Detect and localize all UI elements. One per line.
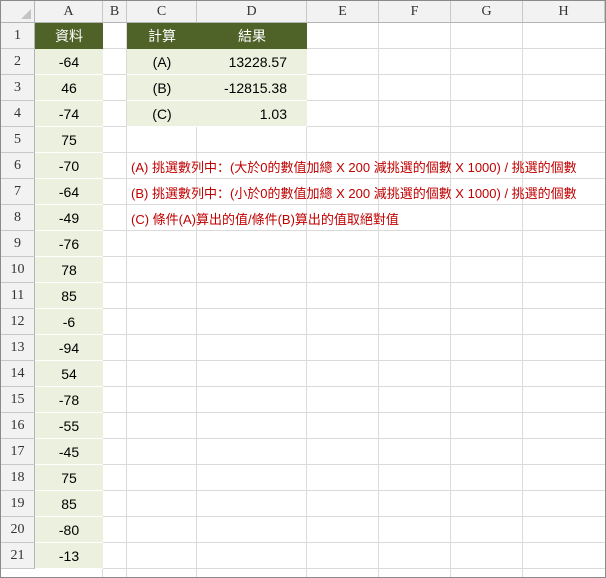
row-header-15[interactable]: 15 [1, 387, 35, 413]
column-header-a[interactable]: A [35, 1, 103, 23]
data-cell[interactable]: 78 [35, 257, 103, 283]
calc-value-b[interactable]: -12815.38 [197, 75, 307, 101]
row-header-4[interactable]: 4 [1, 101, 35, 127]
row-header-18[interactable]: 18 [1, 465, 35, 491]
row-header-3[interactable]: 3 [1, 75, 35, 101]
data-cell[interactable]: -55 [35, 413, 103, 439]
row-header-9[interactable]: 9 [1, 231, 35, 257]
column-header-d[interactable]: D [197, 1, 307, 23]
grid-row-line [35, 516, 605, 517]
data-header-cell[interactable]: 資料 [35, 23, 103, 49]
data-cell[interactable]: -80 [35, 517, 103, 543]
grid-row-line [35, 568, 605, 569]
column-header-f[interactable]: F [379, 1, 451, 23]
calc-value-c[interactable]: 1.03 [197, 101, 307, 127]
row-header-2[interactable]: 2 [1, 49, 35, 75]
data-cell[interactable]: -64 [35, 49, 103, 75]
grid-row-line [35, 360, 605, 361]
column-header-b[interactable]: B [103, 1, 127, 23]
row-header-7[interactable]: 7 [1, 179, 35, 205]
data-cell[interactable]: 75 [35, 127, 103, 153]
data-cell[interactable]: -76 [35, 231, 103, 257]
data-cell[interactable]: -6 [35, 309, 103, 335]
calc-label-a[interactable]: (A) [127, 49, 197, 75]
grid-column-line [522, 23, 523, 577]
column-header-g[interactable]: G [451, 1, 523, 23]
grid-row-line [35, 74, 605, 75]
data-cell[interactable]: 85 [35, 491, 103, 517]
data-cell[interactable]: 46 [35, 75, 103, 101]
grid-row-line [35, 490, 605, 491]
calc-label-b[interactable]: (B) [127, 75, 197, 101]
grid-row-line [35, 282, 605, 283]
row-header-5[interactable]: 5 [1, 127, 35, 153]
row-header-13[interactable]: 13 [1, 335, 35, 361]
note-a[interactable]: (A) 挑選數列中：(大於0的數值加總 X 200 減挑選的個數 X 1000)… [131, 153, 577, 179]
calc-header-label[interactable]: 計算 [127, 23, 197, 49]
row-header-16[interactable]: 16 [1, 413, 35, 439]
row-header-19[interactable]: 19 [1, 491, 35, 517]
data-cell[interactable]: -13 [35, 543, 103, 569]
row-header-11[interactable]: 11 [1, 283, 35, 309]
grid-row-line [35, 438, 605, 439]
note-c[interactable]: (C) 條件(A)算出的值/條件(B)算出的值取絕對值 [131, 205, 399, 231]
data-cell[interactable]: 85 [35, 283, 103, 309]
data-cell[interactable]: 75 [35, 465, 103, 491]
grid-row-line [35, 48, 605, 49]
row-header-12[interactable]: 12 [1, 309, 35, 335]
data-cell[interactable]: -70 [35, 153, 103, 179]
grid-row-line [35, 464, 605, 465]
grid-row-line [35, 412, 605, 413]
grid-column-line [378, 23, 379, 577]
row-header-8[interactable]: 8 [1, 205, 35, 231]
row-header-10[interactable]: 10 [1, 257, 35, 283]
grid-row-line [35, 386, 605, 387]
grid-row-line [35, 308, 605, 309]
data-cell[interactable]: -64 [35, 179, 103, 205]
row-header-6[interactable]: 6 [1, 153, 35, 179]
calc-header-result[interactable]: 結果 [197, 23, 307, 49]
row-header-21[interactable]: 21 [1, 543, 35, 569]
column-header-h[interactable]: H [523, 1, 605, 23]
grid-column-line [450, 23, 451, 577]
grid-row-line [35, 126, 605, 127]
row-header-14[interactable]: 14 [1, 361, 35, 387]
row-header-17[interactable]: 17 [1, 439, 35, 465]
data-cell[interactable]: -94 [35, 335, 103, 361]
column-header-e[interactable]: E [307, 1, 379, 23]
row-header-1[interactable]: 1 [1, 23, 35, 49]
data-cell[interactable]: -74 [35, 101, 103, 127]
select-all-corner[interactable] [1, 1, 35, 23]
note-b[interactable]: (B) 挑選數列中：(小於0的數值加總 X 200 減挑選的個數 X 1000)… [131, 179, 577, 205]
column-header-c[interactable]: C [127, 1, 197, 23]
data-cell[interactable]: -49 [35, 205, 103, 231]
grid-row-line [35, 542, 605, 543]
spreadsheet[interactable]: A B C D E F G H 1 2 3 4 5 6 7 8 9 10 11 12 13 14 15 16 1… [0, 0, 606, 578]
calc-value-a[interactable]: 13228.57 [197, 49, 307, 75]
calc-label-c[interactable]: (C) [127, 101, 197, 127]
grid-row-line [35, 100, 605, 101]
data-cell[interactable]: 54 [35, 361, 103, 387]
data-cell[interactable]: -78 [35, 387, 103, 413]
grid-row-line [35, 334, 605, 335]
grid-row-line [35, 256, 605, 257]
data-cell[interactable]: -45 [35, 439, 103, 465]
row-header-20[interactable]: 20 [1, 517, 35, 543]
